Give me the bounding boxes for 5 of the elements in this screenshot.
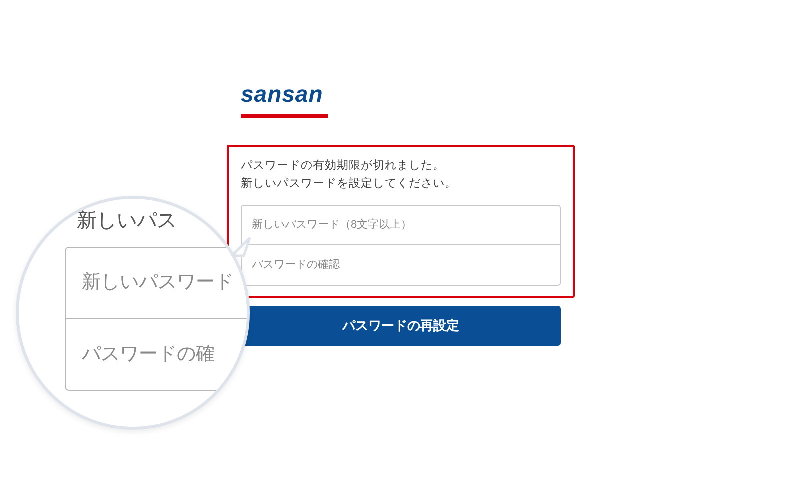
text-input[interactable]: 新しいパスワード <box>65 247 247 319</box>
expiry-notice: パスワードの有効期限が切れました。 新しいパスワードを設定してください。 <box>241 158 458 192</box>
logo: sansan <box>241 80 324 108</box>
text-input[interactable]: パスワードの確 <box>65 319 247 391</box>
magnified-text: 新しいパス <box>77 209 177 234</box>
